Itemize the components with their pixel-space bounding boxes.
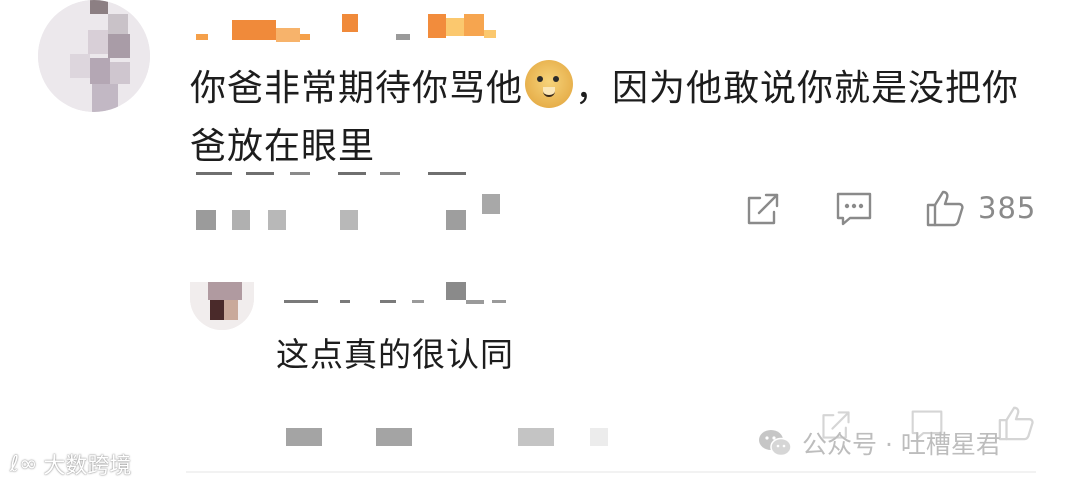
share-button[interactable] [744,190,782,228]
watermark-left-text: 大数跨境 [43,454,132,479]
watermark-logo-icon: ℓ∞ [10,451,38,477]
comment-text: 你爸非常期待你骂他 ，因为他敢说你就是没把你爸放在眼里 [190,60,1040,176]
thumbs-up-icon [926,190,964,227]
like-count: 385 [978,191,1037,225]
thumbs-up-icon [998,406,1034,441]
share-icon [747,193,779,225]
watermark-right-text: 公众号 · 吐槽星君 [802,430,1001,459]
reply-avatar[interactable] [190,282,254,330]
reply-text: 这点真的很认同 [276,335,514,374]
watermark-left: ℓ∞ 大数跨境 [10,448,131,480]
reply-like-button[interactable] [996,404,1036,442]
doge-emoji-icon [525,60,574,108]
watermark-right: 公众号 · 吐槽星君 [758,425,1001,461]
comment-text-part1: 你爸非常期待你骂他 [190,68,524,109]
comment-button[interactable] [834,190,874,228]
wechat-icon [759,430,792,457]
like-button[interactable]: 385 [924,188,1036,228]
comment-icon [836,192,872,226]
divider [186,471,1036,473]
avatar[interactable] [38,0,150,112]
